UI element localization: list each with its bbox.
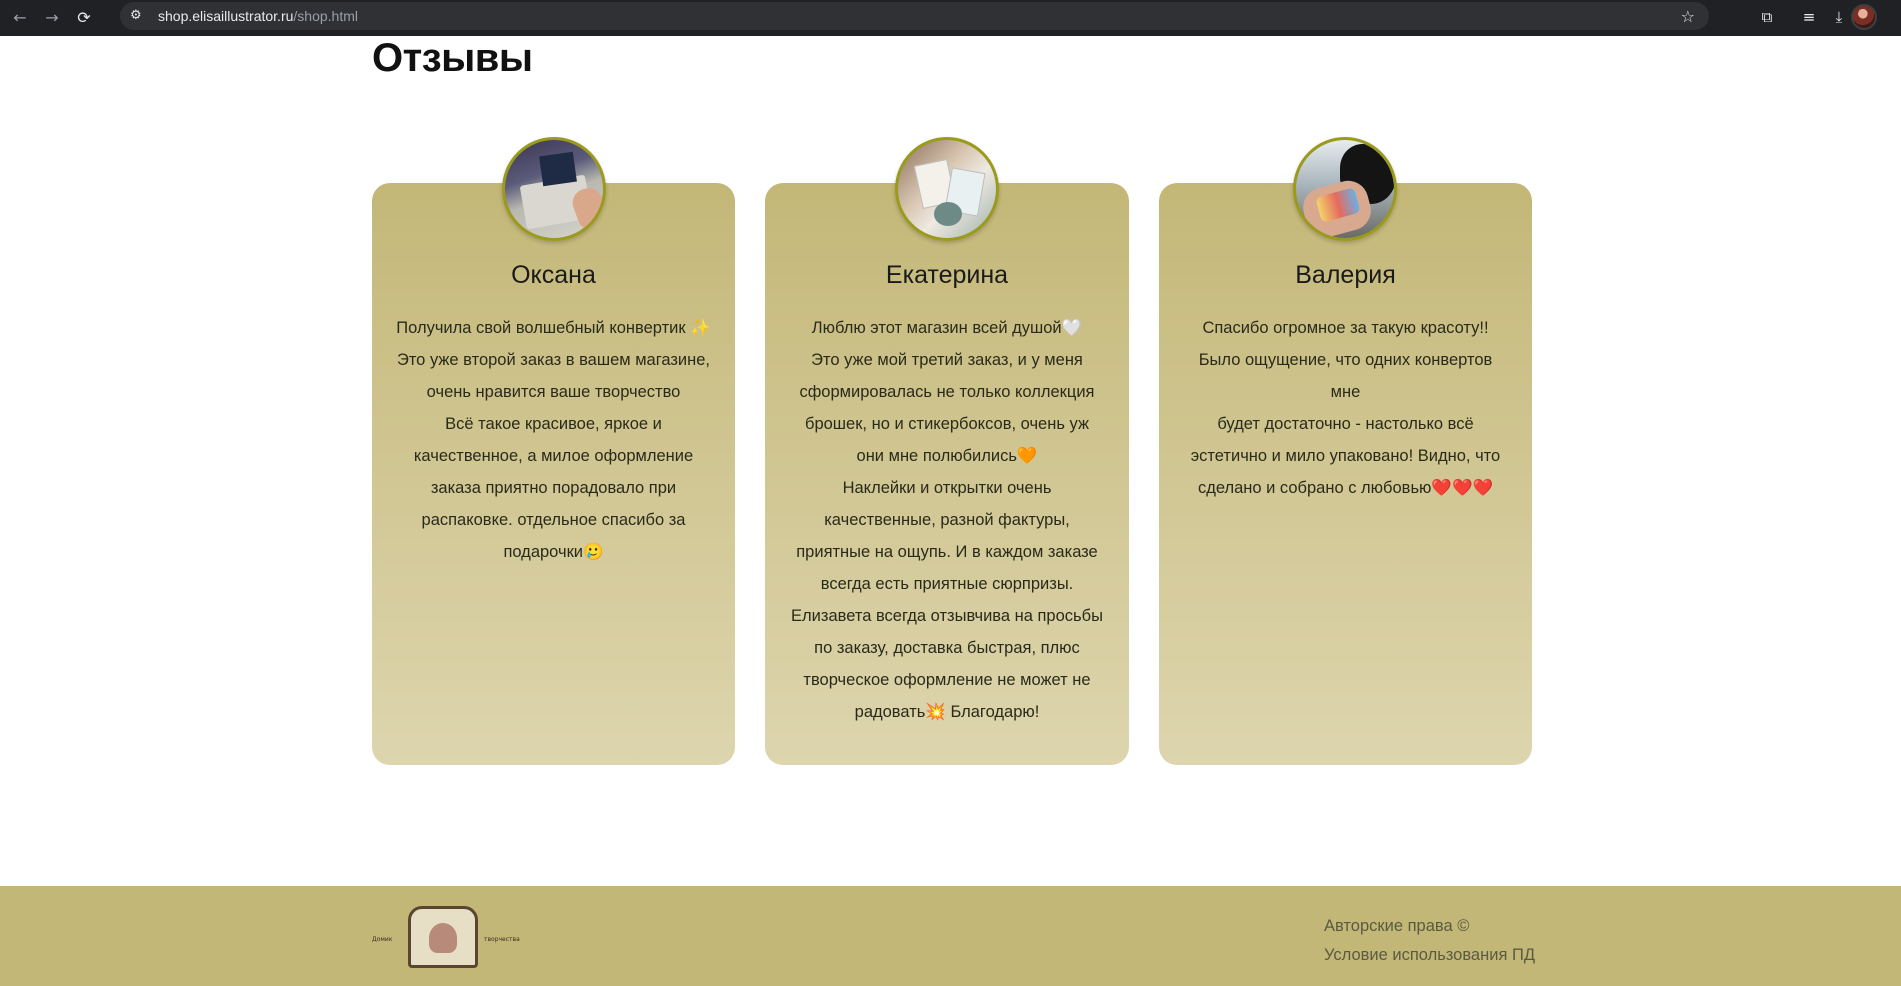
copyright-text: Авторские права © bbox=[1324, 917, 1470, 935]
logo-right-word: творчества bbox=[484, 936, 520, 943]
site-logo[interactable]: Домик творчества bbox=[372, 906, 520, 968]
review-text: Люблю этот магазин всей душой🤍 Это уже м… bbox=[791, 319, 1103, 721]
forward-icon[interactable]: → bbox=[42, 8, 62, 28]
bookmark-star-icon[interactable]: ☆ bbox=[1681, 7, 1695, 26]
url-text[interactable]: shop.elisaillustrator.ru/shop.html bbox=[158, 8, 358, 24]
profile-avatar[interactable] bbox=[1851, 4, 1877, 30]
page-content: Отзывы Оксана Получила свой волшебный ко… bbox=[0, 36, 1901, 986]
section-title: Отзывы bbox=[372, 36, 533, 80]
media-controls-icon[interactable]: ≡ bbox=[1799, 8, 1819, 28]
url-host: shop.elisaillustrator.ru bbox=[158, 8, 294, 24]
extensions-icon[interactable]: ⧉ bbox=[1757, 8, 1777, 28]
site-settings-icon[interactable]: ⚙ bbox=[130, 8, 146, 24]
terms-link[interactable]: Условие использования ПД bbox=[1324, 941, 1535, 970]
review-text: Получила свой волшебный конвертик ✨ Это … bbox=[396, 319, 711, 561]
footer-links: Авторские права © Условие использования … bbox=[1324, 912, 1535, 970]
back-icon[interactable]: ← bbox=[10, 8, 30, 28]
browser-toolbar: ← → ⟳ ⚙ shop.elisaillustrator.ru/shop.ht… bbox=[0, 0, 1901, 36]
footer: Домик творчества Авторские права © Услов… bbox=[0, 886, 1901, 986]
review-card: Екатерина Люблю этот магазин всей душой🤍… bbox=[765, 137, 1129, 765]
reviewer-name: Екатерина bbox=[885, 261, 1009, 289]
review-card: Валерия Спасибо огромное за такую красот… bbox=[1159, 137, 1532, 765]
address-bar[interactable]: ⚙ shop.elisaillustrator.ru/shop.html ☆ bbox=[120, 2, 1709, 30]
download-icon[interactable]: ⤓ bbox=[1829, 8, 1849, 28]
review-card: Оксана Получила свой волшебный конвертик… bbox=[372, 137, 735, 765]
reload-icon[interactable]: ⟳ bbox=[74, 8, 94, 28]
logo-left-word: Домик bbox=[372, 936, 393, 943]
reviewer-name: Валерия bbox=[1295, 261, 1396, 289]
url-path: /shop.html bbox=[293, 8, 358, 24]
reviewer-avatar bbox=[1293, 137, 1397, 241]
review-text: Спасибо огромное за такую красоту!! Было… bbox=[1190, 319, 1501, 497]
reviewer-avatar bbox=[502, 137, 606, 241]
reviewer-name: Оксана bbox=[511, 261, 596, 289]
logo-house-icon bbox=[408, 906, 478, 968]
reviewer-avatar bbox=[895, 137, 999, 241]
